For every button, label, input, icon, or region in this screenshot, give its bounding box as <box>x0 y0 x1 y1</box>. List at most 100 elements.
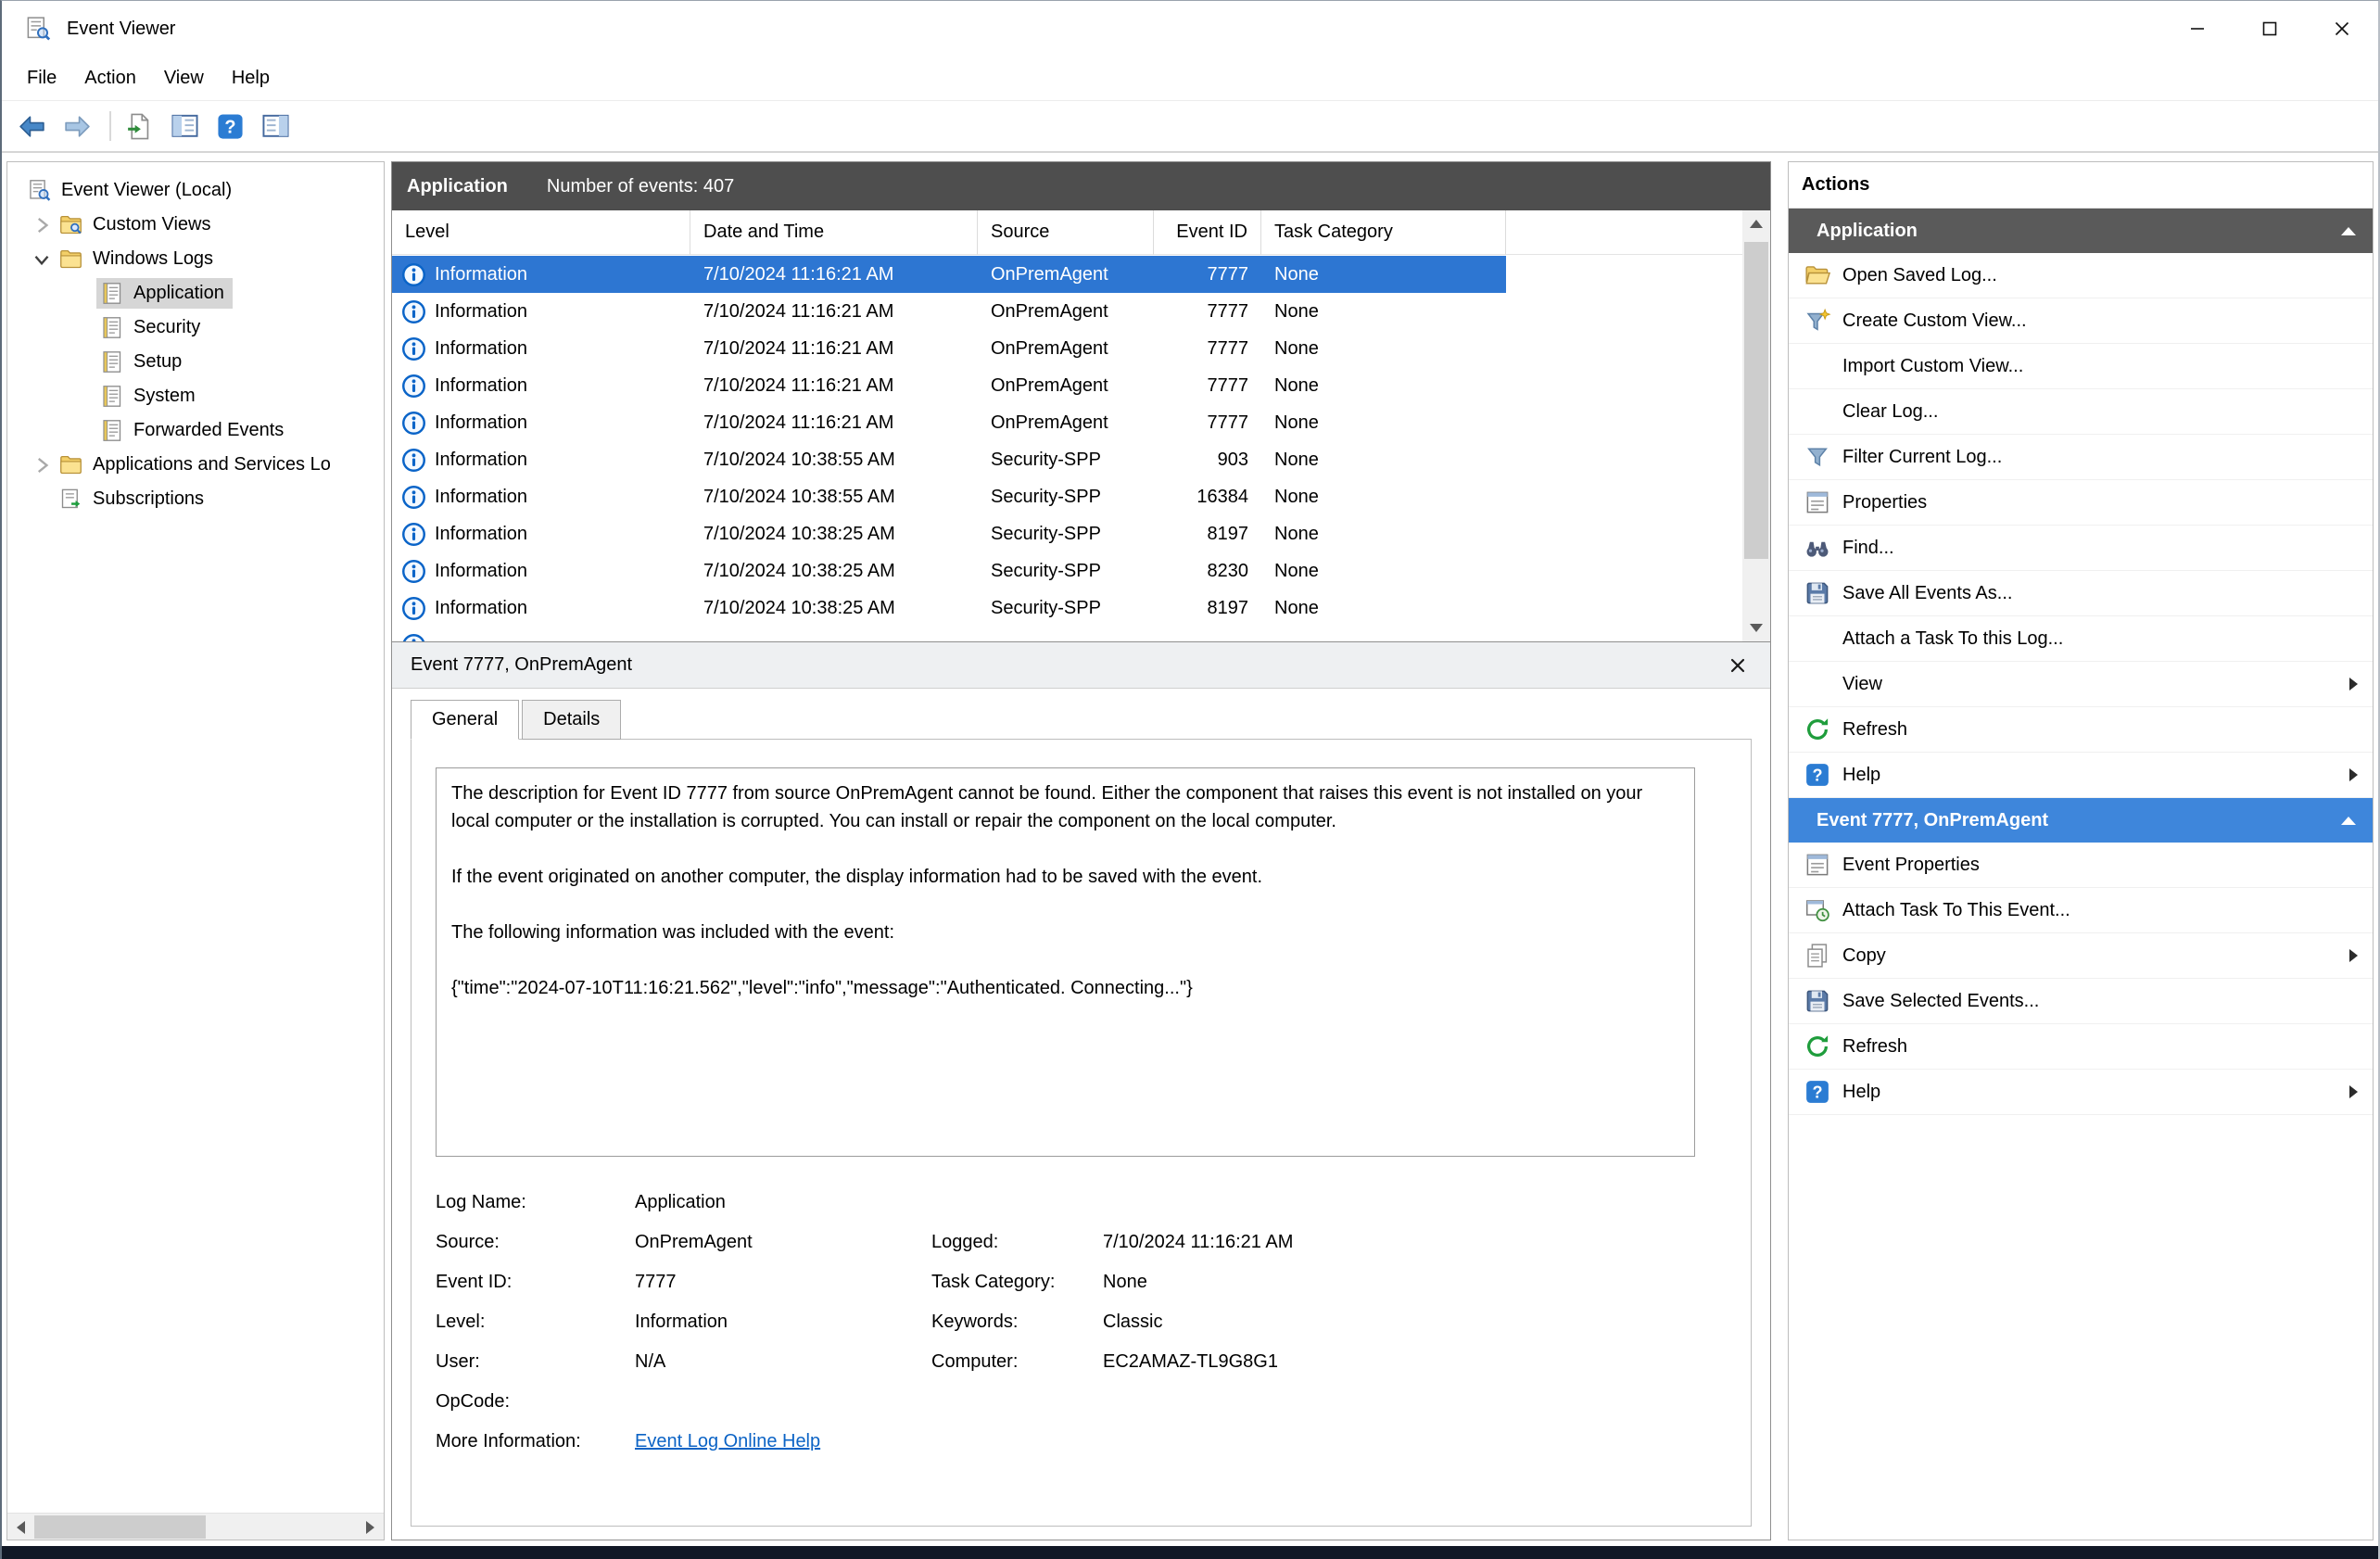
tree-node[interactable]: System <box>96 381 204 412</box>
level-cell: Information <box>392 485 690 510</box>
event-row[interactable] <box>392 627 1506 641</box>
tree-item[interactable]: Applications and Services Lo <box>7 448 384 482</box>
actions-section-header-application[interactable]: Application <box>1789 209 2373 253</box>
filter-icon <box>1804 443 1831 471</box>
level-cell: Information <box>392 374 690 399</box>
chevron-right-icon[interactable] <box>28 453 56 477</box>
action-item[interactable]: Attach Task To This Event... <box>1789 888 2373 933</box>
action-item[interactable]: Refresh <box>1789 1024 2373 1070</box>
menu-item[interactable]: File <box>13 62 70 95</box>
tree-item[interactable]: Subscriptions <box>7 482 384 516</box>
action-item[interactable]: Create Custom View... <box>1789 298 2373 344</box>
twisty[interactable] <box>28 488 56 512</box>
info-icon <box>401 448 426 473</box>
event-row[interactable]: Information 7/10/2024 11:16:21 AM OnPrem… <box>392 293 1506 330</box>
tree-node[interactable]: Custom Views <box>56 209 219 240</box>
action-item-label: Filter Current Log... <box>1842 447 2002 468</box>
online-help-link[interactable]: Event Log Online Help <box>635 1431 931 1452</box>
collapse-icon[interactable] <box>2341 227 2356 235</box>
event-row[interactable]: Information 7/10/2024 10:38:55 AM Securi… <box>392 478 1506 515</box>
help-icon[interactable]: ? <box>215 111 246 142</box>
action-item[interactable]: View <box>1789 662 2373 707</box>
actions-section-header-event[interactable]: Event 7777, OnPremAgent <box>1789 798 2373 843</box>
minimize-button[interactable] <box>2161 1 2234 57</box>
event-row[interactable]: Information 7/10/2024 10:38:25 AM Securi… <box>392 589 1506 627</box>
tree-item[interactable]: System <box>7 379 384 413</box>
tree-item[interactable]: Setup <box>7 345 384 379</box>
tree-item[interactable]: Windows Logs <box>7 242 384 276</box>
tree-node[interactable]: Security <box>96 312 209 343</box>
tree-node[interactable]: Windows Logs <box>56 244 222 274</box>
window-bottom-edge <box>2 1546 2378 1559</box>
tree-node[interactable]: Forwarded Events <box>96 415 292 446</box>
tree-node[interactable]: Applications and Services Lo <box>56 450 339 480</box>
scroll-up-button[interactable] <box>1742 210 1769 237</box>
action-item[interactable]: Open Saved Log... <box>1789 253 2373 298</box>
log-icon <box>99 281 124 306</box>
action-item[interactable]: Attach a Task To this Log... <box>1789 616 2373 662</box>
tree-item[interactable]: Event Viewer (Local) <box>7 173 384 208</box>
action-item[interactable]: Copy <box>1789 933 2373 979</box>
menu-item[interactable]: View <box>150 62 218 95</box>
collapse-icon[interactable] <box>2341 817 2356 825</box>
level-cell: Information <box>392 411 690 436</box>
create-view-icon <box>1804 307 1831 335</box>
event-row[interactable]: Information 7/10/2024 11:16:21 AM OnPrem… <box>392 404 1506 441</box>
event-row[interactable]: Information 7/10/2024 10:38:55 AM Securi… <box>392 441 1506 478</box>
forward-icon[interactable] <box>62 111 93 142</box>
column-header[interactable]: Level <box>392 210 690 255</box>
scrollbar-thumb[interactable] <box>34 1515 206 1539</box>
event-row[interactable]: Information 7/10/2024 10:38:25 AM Securi… <box>392 552 1506 589</box>
tree-item[interactable]: Security <box>7 311 384 345</box>
chevron-right-icon[interactable] <box>28 213 56 237</box>
column-header[interactable]: Task Category <box>1261 210 1506 255</box>
list-vertical-scrollbar[interactable] <box>1742 210 1770 641</box>
action-item[interactable]: ? Help <box>1789 1070 2373 1115</box>
action-item[interactable]: Clear Log... <box>1789 389 2373 435</box>
tab[interactable]: General <box>411 700 519 740</box>
tree-node[interactable]: Setup <box>96 347 190 377</box>
action-item[interactable]: Properties <box>1789 480 2373 526</box>
event-source: Security-SPP <box>978 524 1154 545</box>
column-header[interactable]: Date and Time <box>690 210 978 255</box>
tree-node[interactable]: Subscriptions <box>56 484 212 514</box>
scroll-down-button[interactable] <box>1742 615 1769 641</box>
close-details-icon[interactable] <box>1724 652 1752 679</box>
column-header-row: LevelDate and TimeSourceEvent IDTask Cat… <box>392 210 1742 255</box>
action-item[interactable]: Find... <box>1789 526 2373 571</box>
tab[interactable]: Details <box>522 700 621 740</box>
scroll-left-button[interactable] <box>7 1514 34 1540</box>
maximize-button[interactable] <box>2234 1 2306 57</box>
tree-item[interactable]: Custom Views <box>7 208 384 242</box>
event-row[interactable]: Information 7/10/2024 11:16:21 AM OnPrem… <box>392 367 1506 404</box>
chevron-down-icon[interactable] <box>28 247 56 272</box>
event-row[interactable]: Information 7/10/2024 11:16:21 AM OnPrem… <box>392 256 1506 293</box>
back-icon[interactable] <box>17 111 47 142</box>
menu-item[interactable]: Help <box>218 62 284 95</box>
tree-node[interactable]: Event Viewer (Local) <box>24 175 240 206</box>
menu-item[interactable]: Action <box>70 62 150 95</box>
field-label: OpCode: <box>436 1391 635 1413</box>
action-item[interactable]: Save All Events As... <box>1789 571 2373 616</box>
tree-item[interactable]: Application <box>7 276 384 311</box>
column-header[interactable]: Event ID <box>1154 210 1261 255</box>
tree-node[interactable]: Application <box>96 278 233 309</box>
action-item[interactable]: Event Properties <box>1789 843 2373 888</box>
action-item[interactable]: Import Custom View... <box>1789 344 2373 389</box>
column-header[interactable]: Source <box>978 210 1154 255</box>
scroll-right-button[interactable] <box>357 1514 384 1540</box>
action-item[interactable]: Refresh <box>1789 707 2373 753</box>
tree-horizontal-scrollbar[interactable] <box>7 1513 384 1540</box>
event-row[interactable]: Information 7/10/2024 11:16:21 AM OnPrem… <box>392 330 1506 367</box>
action-item[interactable]: Save Selected Events... <box>1789 979 2373 1024</box>
tree-item[interactable]: Forwarded Events <box>7 413 384 448</box>
action-item[interactable]: ? Help <box>1789 753 2373 798</box>
action-pane-icon[interactable] <box>260 111 291 142</box>
event-row[interactable]: Information 7/10/2024 10:38:25 AM Securi… <box>392 515 1506 552</box>
action-item[interactable]: Filter Current Log... <box>1789 435 2373 480</box>
event-description[interactable]: The description for Event ID 7777 from s… <box>436 767 1695 1157</box>
open-log-icon[interactable] <box>124 111 155 142</box>
console-tree-icon[interactable] <box>170 111 200 142</box>
scrollbar-thumb[interactable] <box>1744 242 1768 559</box>
close-button[interactable] <box>2306 1 2378 57</box>
